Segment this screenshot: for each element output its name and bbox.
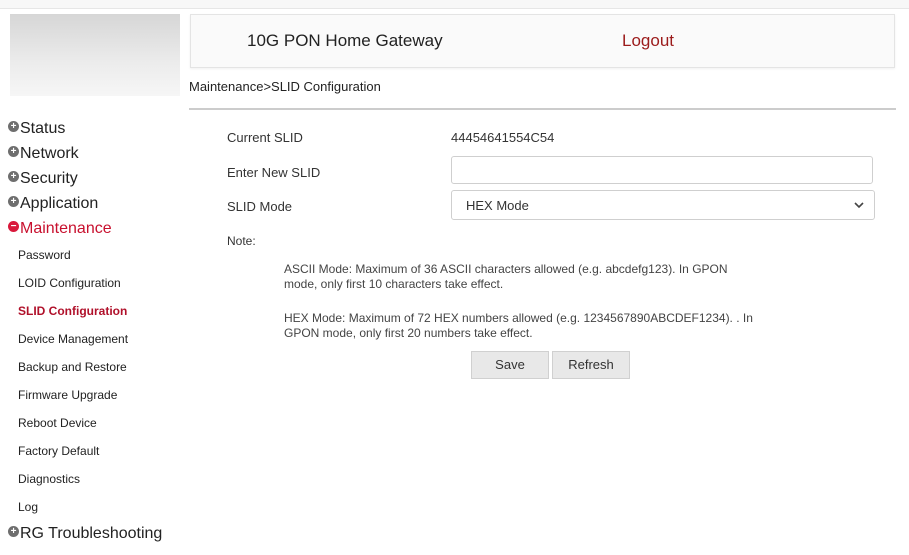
sidebar-item-backup-and-restore[interactable]: Backup and Restore bbox=[8, 353, 183, 381]
logout-link[interactable]: Logout bbox=[622, 31, 674, 51]
sidebar-group-rg-troubleshooting[interactable]: + RG Troubleshooting bbox=[8, 521, 183, 546]
sidebar-item-loid-configuration[interactable]: LOID Configuration bbox=[8, 269, 183, 297]
plus-icon: + bbox=[8, 121, 19, 132]
current-slid-value: 44454641554C54 bbox=[451, 130, 555, 145]
new-slid-label: Enter New SLID bbox=[227, 165, 321, 180]
save-button[interactable]: Save bbox=[471, 351, 549, 379]
sidebar-item-factory-default[interactable]: Factory Default bbox=[8, 437, 183, 465]
note-hex-text: HEX Mode: Maximum of 72 HEX numbers allo… bbox=[284, 311, 753, 340]
sidebar-group-maintenance[interactable]: − Maintenance bbox=[8, 216, 183, 241]
slid-mode-label: SLID Mode bbox=[227, 199, 293, 214]
breadcrumb: Maintenance>SLID Configuration bbox=[189, 79, 381, 94]
sidebar-group-network[interactable]: + Network bbox=[8, 141, 183, 166]
sidebar-group-label: RG Troubleshooting bbox=[20, 525, 163, 542]
plus-icon: + bbox=[8, 146, 19, 157]
sidebar-item-log[interactable]: Log bbox=[8, 493, 183, 521]
sidebar-item-slid-configuration[interactable]: SLID Configuration bbox=[8, 297, 183, 325]
page: 10G PON Home Gateway Logout Maintenance>… bbox=[0, 0, 909, 555]
sidebar-group-label: Security bbox=[20, 170, 78, 187]
new-slid-input[interactable] bbox=[451, 156, 873, 184]
plus-icon: + bbox=[8, 196, 19, 207]
slid-mode-selected: HEX Mode bbox=[466, 198, 529, 213]
sidebar-group-security[interactable]: + Security bbox=[8, 166, 183, 191]
sidebar: + Status + Network + Security + Applicat… bbox=[8, 116, 183, 546]
minus-icon: − bbox=[8, 221, 19, 232]
note-label: Note: bbox=[227, 234, 256, 248]
sidebar-group-label: Status bbox=[20, 120, 66, 137]
sidebar-group-label: Network bbox=[20, 145, 79, 162]
app-title: 10G PON Home Gateway bbox=[247, 31, 443, 50]
top-rule bbox=[0, 0, 909, 9]
header-bar: 10G PON Home Gateway Logout bbox=[190, 14, 895, 68]
sidebar-item-password[interactable]: Password bbox=[8, 241, 183, 269]
logo-area bbox=[10, 14, 180, 96]
sidebar-item-device-management[interactable]: Device Management bbox=[8, 325, 183, 353]
sidebar-item-diagnostics[interactable]: Diagnostics bbox=[8, 465, 183, 493]
slid-mode-select[interactable]: HEX Mode bbox=[451, 190, 875, 220]
divider bbox=[189, 108, 896, 110]
plus-icon: + bbox=[8, 171, 19, 182]
current-slid-label: Current SLID bbox=[227, 130, 303, 145]
sidebar-item-reboot-device[interactable]: Reboot Device bbox=[8, 409, 183, 437]
sidebar-group-application[interactable]: + Application bbox=[8, 191, 183, 216]
sidebar-group-label: Application bbox=[20, 195, 99, 212]
refresh-button[interactable]: Refresh bbox=[552, 351, 630, 379]
sidebar-item-firmware-upgrade[interactable]: Firmware Upgrade bbox=[8, 381, 183, 409]
chevron-down-icon bbox=[854, 202, 864, 209]
sidebar-group-status[interactable]: + Status bbox=[8, 116, 183, 141]
sidebar-group-label: Maintenance bbox=[20, 220, 112, 237]
note-ascii-text: ASCII Mode: Maximum of 36 ASCII characte… bbox=[284, 262, 728, 291]
plus-icon: + bbox=[8, 526, 19, 537]
